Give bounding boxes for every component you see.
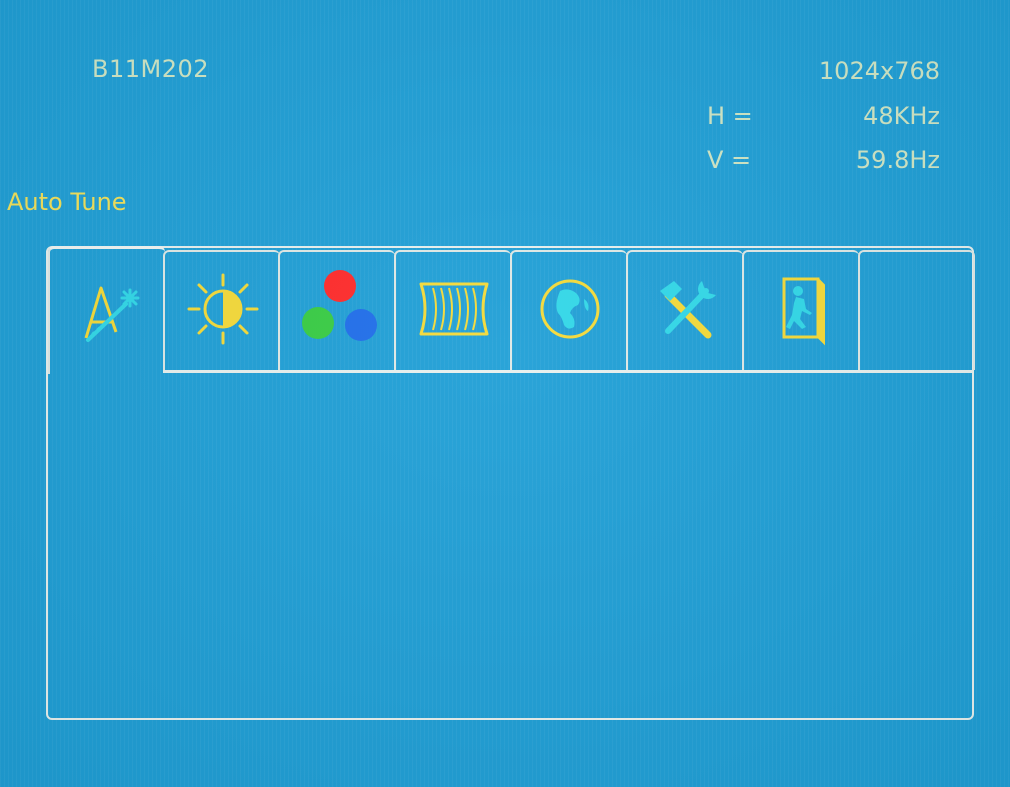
language-globe-icon xyxy=(530,269,610,353)
h-frequency-label: H = xyxy=(707,102,753,130)
h-frequency-value: 48KHz xyxy=(863,102,940,130)
osd-screen: B11M202 1024x768 H = 48KHz V = 59.8Hz Au… xyxy=(0,0,1010,787)
brightness-icon xyxy=(183,269,263,353)
image-setup-icon xyxy=(409,274,499,348)
color-icon xyxy=(295,266,381,356)
tab-image-setup[interactable] xyxy=(394,250,511,370)
menu-tab-bar xyxy=(48,246,975,374)
tab-empty[interactable] xyxy=(858,250,975,370)
resolution-readout: 1024x768 xyxy=(818,57,940,85)
tab-tools[interactable] xyxy=(626,250,743,370)
exit-door-icon xyxy=(762,269,842,353)
tab-language[interactable] xyxy=(510,250,627,370)
tab-exit[interactable] xyxy=(742,250,859,370)
menu-title: Auto Tune xyxy=(7,188,127,216)
v-frequency-label: V = xyxy=(707,146,752,174)
tools-icon xyxy=(646,269,726,353)
tab-divider-line xyxy=(163,370,974,373)
v-frequency-value: 59.8Hz xyxy=(855,146,940,174)
tab-auto-tune[interactable] xyxy=(48,246,165,374)
auto-tune-icon xyxy=(68,270,148,354)
tab-brightness[interactable] xyxy=(163,250,280,370)
monitor-model: B11M202 xyxy=(92,55,210,83)
tab-color[interactable] xyxy=(278,250,395,370)
